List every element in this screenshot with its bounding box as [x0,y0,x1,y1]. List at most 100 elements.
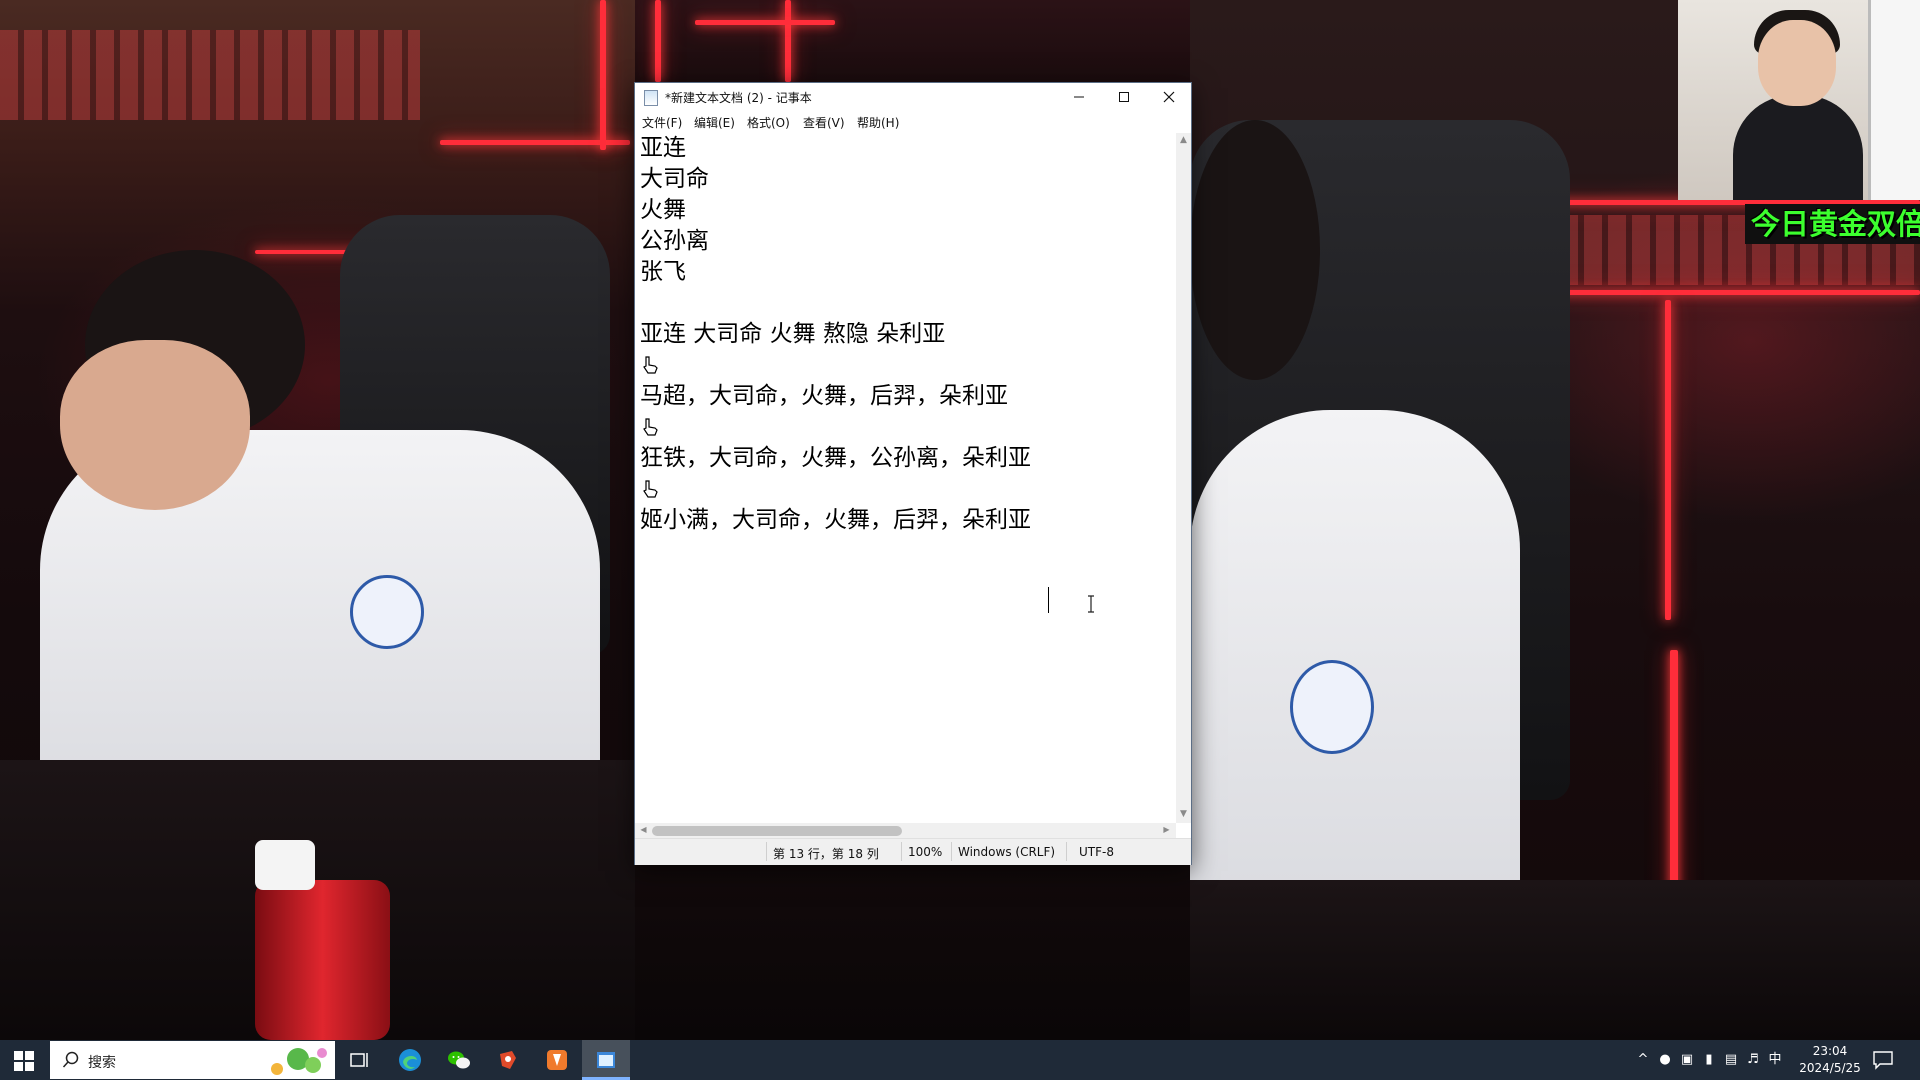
pointing-hand-icon [643,418,658,436]
wechat-icon [448,1051,470,1069]
status-separator [951,842,952,861]
taskbar-search-box[interactable]: 搜索 [50,1041,335,1079]
network-icon[interactable]: ▤ [1723,1052,1739,1068]
notepad-icon [597,1052,615,1068]
tray-app-icon[interactable]: ● [1657,1052,1673,1068]
desk [1190,880,1920,1040]
text-line: 姬小满，大司命，火舞，后羿，朵利亚 [640,507,1031,533]
scroll-up-icon[interactable]: ▲ [1176,135,1191,145]
search-highlight-illustration-icon [271,1048,327,1075]
app-icon-red [500,1051,516,1069]
webcam-window-frame [1868,0,1920,200]
task-view-button[interactable] [335,1040,383,1080]
clock-time: 23:04 [1812,1044,1848,1058]
minimize-icon [1073,96,1084,98]
scroll-right-icon[interactable]: ▶ [1159,825,1174,834]
stream-background-left [0,0,635,1040]
menu-help[interactable]: 帮助(H) [857,114,899,131]
windows-logo-icon [14,1062,23,1071]
title-bar[interactable]: *新建文本文档 (2) - 记事本 [635,83,1191,111]
volume-icon[interactable]: ♬ [1745,1052,1761,1068]
status-bar: 第 13 行，第 18 列 100% Windows (CRLF) UTF-8 [635,838,1191,865]
zoom-level: 100% [908,845,943,859]
maximize-icon [1118,92,1129,102]
window-title: *新建文本文档 (2) - 记事本 [665,91,812,105]
gold-double-banner: 今日黄金双倍 [1745,204,1920,244]
neon-light [695,20,835,25]
text-line: 马超，大司命，火舞，后羿，朵利亚 [640,383,1008,409]
taskbar-clock[interactable]: 23:04 2024/5/25 [1795,1043,1865,1077]
text-line: 公孙离 [640,228,709,254]
notepad-window[interactable]: *新建文本文档 (2) - 记事本 文件(F) 编辑(E) 格式(O) 查看(V… [634,82,1192,865]
line-ending: Windows (CRLF) [958,845,1056,859]
clock-date: 2024/5/25 [1799,1061,1861,1075]
task-view-icon [350,1053,368,1067]
taskbar-edge[interactable] [386,1040,434,1080]
scroll-down-icon[interactable]: ▼ [1176,809,1191,819]
search-placeholder: 搜索 [88,1055,116,1071]
taskbar-app-orange[interactable] [533,1040,581,1080]
text-line: 大司命 [640,166,709,192]
water-bottle [255,880,390,1040]
text-line: 亚连 大司命 火舞 熬隐 朵利亚 [640,321,946,347]
microphone-icon[interactable]: ▮ [1701,1052,1717,1068]
stream-background-bottom [635,863,1190,1040]
team-badge [350,575,424,649]
taskbar-wechat[interactable] [435,1040,483,1080]
streamer-body [1733,95,1863,200]
horizontal-scrollbar[interactable]: ◀ ▶ [635,823,1176,838]
bottle-cap [255,840,315,890]
windows-logo-icon [25,1051,34,1060]
taskbar-app-red[interactable] [484,1040,532,1080]
vertical-scrollbar[interactable]: ▲ ▼ [1176,133,1191,823]
search-icon [62,1051,79,1068]
stadium-seats [0,30,420,120]
maximize-button[interactable] [1101,83,1146,111]
streamer-face [1758,20,1836,106]
text-line: 张飞 [640,259,686,285]
player-face [60,340,250,510]
horizontal-scroll-thumb[interactable] [652,826,902,836]
neon-light [1665,300,1671,620]
ibeam-cursor-icon [1088,595,1094,613]
neon-light [600,0,606,150]
tray-overflow-chevron-icon[interactable]: ^ [1635,1052,1651,1068]
menu-bar: 文件(F) 编辑(E) 格式(O) 查看(V) 帮助(H) [635,111,1191,133]
windows-logo-icon [25,1062,34,1071]
menu-file[interactable]: 文件(F) [642,114,682,131]
tray-security-icon[interactable]: ▣ [1679,1052,1695,1068]
team-badge [1290,660,1374,754]
text-editor[interactable]: 亚连 大司命 火舞 公孙离 张飞 亚连 大司命 火舞 熬隐 朵利亚 马超，大司命… [635,133,1176,823]
ime-indicator[interactable]: 中 [1767,1052,1783,1068]
status-separator [766,842,767,861]
app-icon-orange [547,1050,567,1070]
close-icon [1163,91,1174,103]
pointing-hand-icon [643,480,658,498]
minimize-button[interactable] [1056,83,1101,111]
encoding: UTF-8 [1079,845,1114,859]
webcam-overlay [1678,0,1920,200]
neon-light [655,0,661,82]
start-button[interactable] [0,1040,48,1080]
status-separator [901,842,902,861]
text-line: 火舞 [640,197,686,223]
status-separator [1066,842,1067,861]
text-line: 狂铁，大司命，火舞，公孙离，朵利亚 [640,445,1031,471]
menu-view[interactable]: 查看(V) [803,114,845,131]
scroll-left-icon[interactable]: ◀ [636,825,651,834]
pointing-hand-icon [643,356,658,374]
stream-background-top [635,0,1190,82]
windows-logo-icon [14,1051,23,1060]
notification-center-icon[interactable] [1872,1050,1894,1070]
taskbar-notepad[interactable] [582,1040,630,1080]
taskbar: 搜索 ^ ● ▣ ▮ ▤ ♬ 中 23:04 2024/5/25 [0,1040,1920,1080]
menu-format[interactable]: 格式(O) [747,114,790,131]
cursor-position: 第 13 行，第 18 列 [773,847,879,861]
player-hair [1190,120,1320,380]
edge-icon [399,1049,421,1071]
notepad-app-icon[interactable] [644,90,658,106]
menu-edit[interactable]: 编辑(E) [694,114,735,131]
desktop: 今日黄金双倍 *新建文本文档 (2) - 记事本 文件(F) 编辑(E) 格式(… [0,0,1920,1080]
close-button[interactable] [1146,83,1191,111]
neon-light [785,0,791,82]
